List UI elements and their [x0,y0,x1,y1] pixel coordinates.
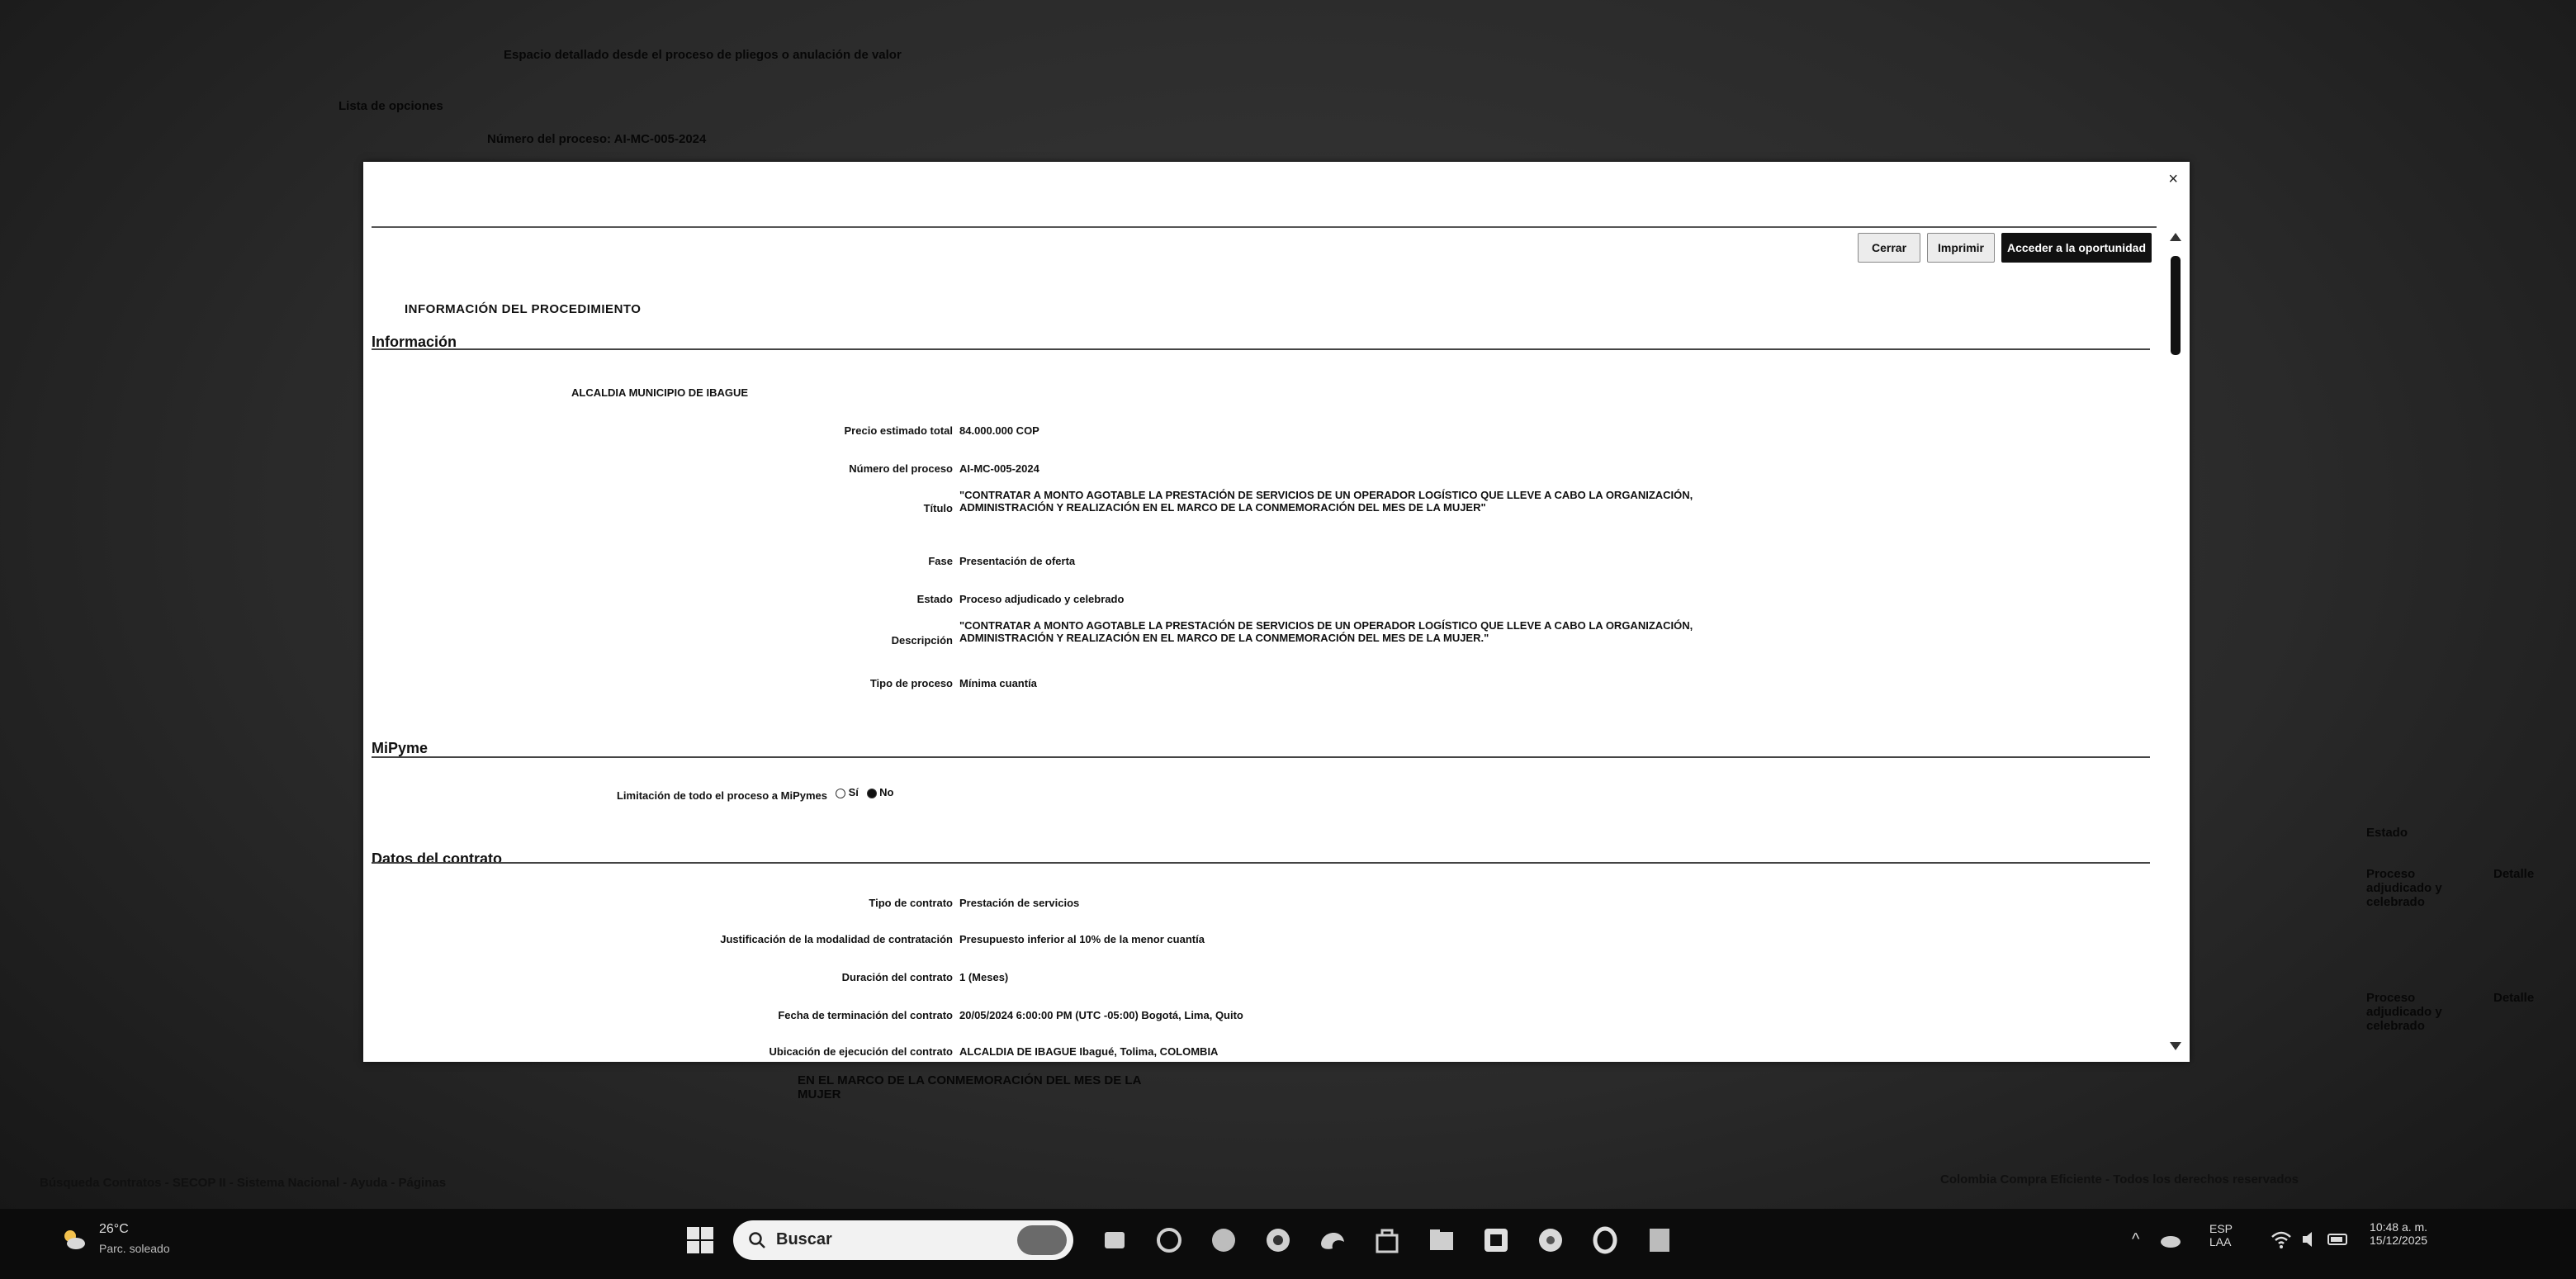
background-line-3: Número del proceso: AI-MC-005-2024 [487,132,707,146]
hp-app-icon[interactable] [1207,1224,1240,1257]
radio-si[interactable] [836,788,845,798]
price-value: 84.000.000 COP [959,424,1039,437]
background-line-1: Espacio detallado desde el proceso de pl… [504,48,902,62]
section-contrato-title: Datos del contrato [372,850,503,867]
section-informacion-divider [372,348,2150,350]
contract-type-label: Tipo de contrato [869,897,953,909]
phase-label: Fase [928,555,953,567]
wifi-icon[interactable] [2271,1229,2292,1250]
opera-icon[interactable] [1589,1224,1622,1257]
search-placeholder: Buscar [776,1230,832,1248]
chrome-profile-icon[interactable] [1534,1224,1567,1257]
background-line-2: Lista de opciones [339,99,443,113]
section-mipyme-title: MiPyme [372,740,429,756]
phase-value: Presentación de oferta [959,555,1076,567]
close-button[interactable]: Cerrar [1858,233,1920,263]
task-view-icon[interactable] [1098,1224,1131,1257]
chrome-icon[interactable] [1262,1224,1295,1257]
justification-value: Presupuesto inferior al 10% de la menor … [959,933,1205,945]
clock[interactable]: 10:48 a. m. 15/12/2025 [2370,1220,2427,1247]
edge-icon[interactable] [1316,1224,1349,1257]
price-label: Precio estimado total [844,424,953,437]
right-panel-row1-status: Proceso adjudicado y celebrado [2366,867,2442,909]
modal-scrollbar[interactable] [2168,233,2183,1050]
tray-chevron-up-icon[interactable]: ^ [2132,1230,2139,1249]
right-panel-header: Estado [2366,826,2408,840]
language-indicator[interactable]: ESP LAA [2209,1222,2233,1248]
weather-partly-sunny-icon[interactable] [59,1225,88,1253]
location-label: Ubicación de ejecución del contrato [769,1045,954,1058]
search-icon [749,1232,765,1248]
entity-name: ALCALDIA MUNICIPIO DE IBAGUE [571,386,749,399]
windows-start-icon[interactable] [684,1224,717,1257]
duration-value: 1 (Meses) [959,971,1009,983]
end-date-label: Fecha de terminación del contrato [778,1009,953,1021]
scrollbar-thumb[interactable] [2171,256,2181,355]
process-type-value: Mínima cuantía [959,677,1037,689]
volume-icon[interactable] [2300,1229,2322,1250]
battery-icon[interactable] [2327,1229,2351,1250]
scroll-down-arrow-icon[interactable] [2170,1042,2181,1050]
weather-description[interactable]: Parc. soleado [99,1242,170,1255]
mipyme-limitation-label: Limitación de todo el proceso a MiPymes [616,789,827,802]
description-value: "CONTRATAR A MONTO AGOTABLE LA PRESTACIÓ… [959,619,1693,644]
end-date-value: 20/05/2024 6:00:00 PM (UTC -05:00) Bogot… [959,1009,1243,1021]
copilot-icon[interactable] [1153,1224,1186,1257]
description-label: Descripción [891,634,953,647]
modal-close-button[interactable]: × [2168,170,2178,189]
process-type-label: Tipo de proceso [869,677,953,689]
justification-label: Justificación de la modalidad de contrat… [720,933,953,945]
right-panel-row2-status: Proceso adjudicado y celebrado [2366,991,2442,1033]
word-app-icon[interactable] [1643,1224,1676,1257]
clock-date: 15/12/2025 [2370,1234,2428,1247]
outlook-icon[interactable] [1480,1224,1513,1257]
weather-temperature[interactable]: 26°C [99,1222,129,1237]
language-code: ESP [2209,1222,2233,1235]
process-number-value: AI-MC-005-2024 [959,462,1039,475]
modal-top-divider [372,226,2157,228]
search-highlight-icon[interactable] [1017,1225,1067,1255]
taskbar-search-box[interactable]: Buscar [733,1220,1073,1260]
title-value: "CONTRATAR A MONTO AGOTABLE LA PRESTACIÓ… [959,489,1693,514]
status-value: Proceso adjudicado y celebrado [959,593,1125,605]
right-panel-row1-detail[interactable]: Detalle [2493,867,2534,881]
radio-no[interactable] [866,788,877,798]
onedrive-icon[interactable] [2158,1227,2183,1252]
status-label: Estado [916,593,953,605]
scroll-up-arrow-icon[interactable] [2170,233,2181,241]
windows-taskbar: 26°C Parc. soleado Buscar ^ ESP LAA 10:4… [0,1209,2576,1279]
duration-label: Duración del contrato [841,971,953,983]
right-panel-row2-detail[interactable]: Detalle [2493,991,2534,1005]
background-under-modal: EN EL MARCO DE LA CONMEMORACIÓN DEL MES … [798,1073,1141,1101]
process-number-label: Número del proceso [849,462,953,475]
procedure-heading: INFORMACIÓN DEL PROCEDIMIENTO [405,302,642,316]
store-icon[interactable] [1371,1224,1404,1257]
title-label: Título [923,502,953,514]
footer-copyright: Colombia Compra Eficiente - Todos los de… [1940,1172,2299,1187]
location-value: ALCALDIA DE IBAGUE Ibagué, Tolima, COLOM… [959,1045,1219,1058]
keyboard-layout: LAA [2209,1235,2232,1248]
contract-type-value: Prestación de servicios [959,897,1080,909]
section-contrato-divider [372,862,2150,864]
section-mipyme-divider [372,756,2150,758]
clock-time: 10:48 a. m. [2370,1220,2428,1234]
print-button[interactable]: Imprimir [1927,233,1995,263]
access-opportunity-button[interactable]: Acceder a la oportunidad [2001,233,2152,263]
radio-si-label: Sí [848,786,859,798]
file-explorer-icon[interactable] [1425,1224,1458,1257]
procedure-info-modal: × Cerrar Imprimir Acceder a la oportunid… [363,162,2190,1062]
radio-no-label: No [879,786,894,798]
mipyme-radio-group: Sí No [836,786,894,798]
footer-links[interactable]: Búsqueda Contratos - SECOP II - Sistema … [40,1176,446,1190]
